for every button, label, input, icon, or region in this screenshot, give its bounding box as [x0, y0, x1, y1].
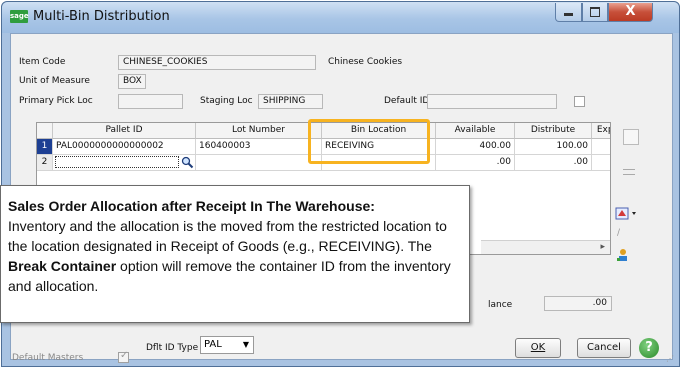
minimize-button[interactable] [555, 3, 582, 22]
distribute-cell[interactable]: .00 [515, 155, 592, 171]
grid-scrollbar[interactable]: ▸ [481, 240, 610, 254]
ok-button[interactable]: OK [515, 338, 561, 358]
maximize-button[interactable] [582, 3, 608, 22]
customize-grid-icon[interactable] [615, 206, 639, 222]
pallet-id-cell[interactable]: PAL0000000000000002 [53, 139, 196, 155]
chevron-down-icon[interactable]: ▼ [243, 337, 249, 353]
uom-label: Unit of Measure [19, 76, 90, 86]
col-header-pallet-id[interactable]: Pallet ID [53, 123, 196, 139]
col-header-distribute[interactable]: Distribute [515, 123, 592, 139]
uom-field: BOX [118, 74, 146, 89]
expiration-cell [592, 155, 610, 171]
pallet-id-cell[interactable] [53, 155, 196, 171]
window-title: Multi-Bin Distribution [33, 9, 170, 24]
col-header-available[interactable]: Available [436, 123, 515, 139]
close-button[interactable]: X [608, 3, 653, 22]
default-id-field[interactable] [427, 94, 557, 109]
resize-grip-icon[interactable]: ⋰ [666, 354, 676, 364]
available-cell: 400.00 [436, 139, 515, 155]
lot-number-cell[interactable] [196, 155, 322, 171]
staging-loc-field: SHIPPING [258, 94, 323, 109]
checkmark-icon: ✓ [120, 350, 129, 361]
help-button[interactable]: ? [639, 338, 659, 358]
primary-pick-label: Primary Pick Loc [19, 96, 93, 106]
col-header-lot-number[interactable]: Lot Number [196, 123, 322, 139]
item-code-field: CHINESE_COOKIES [118, 55, 316, 70]
dflt-id-type-select[interactable]: PAL ▼ [200, 336, 254, 354]
ok-label: OK [530, 342, 546, 353]
staging-loc-label: Staging Loc [200, 96, 253, 106]
primary-pick-field [118, 94, 183, 109]
close-icon: X [625, 4, 636, 19]
edit-pencil-icon[interactable]: ∕ [617, 228, 629, 238]
expiration-cell [592, 139, 610, 155]
callout-heading: Sales Order Allocation after Receipt In … [8, 198, 375, 214]
grid-settings-icon[interactable] [623, 129, 639, 145]
annotation-callout: Sales Order Allocation after Receipt In … [0, 185, 470, 323]
distribute-cell[interactable]: 100.00 [515, 139, 592, 155]
sage-app-icon: sage [10, 10, 29, 23]
inventory-icon[interactable] [616, 247, 630, 261]
lot-number-cell[interactable]: 160400003 [196, 139, 322, 155]
cancel-button[interactable]: Cancel [577, 338, 631, 358]
lookup-icon[interactable] [181, 156, 194, 169]
balance-field: .00 [544, 296, 612, 311]
row-number[interactable]: 2 [37, 155, 53, 171]
bin-location-highlight [308, 119, 430, 164]
default-masters-label: Default Masters [12, 353, 84, 363]
help-icon: ? [645, 340, 653, 355]
default-masters-checkbox[interactable]: ✓ [118, 350, 129, 363]
item-code-label: Item Code [19, 57, 66, 67]
title-bar: sage Multi-Bin Distribution X [2, 2, 679, 33]
default-id-label: Default ID [384, 96, 430, 106]
grid-lines-icon[interactable] [623, 169, 635, 175]
item-description: Chinese Cookies [328, 57, 403, 67]
balance-label: lance [488, 300, 513, 310]
default-id-checkbox[interactable] [574, 96, 585, 107]
row-number[interactable]: 1 [37, 139, 53, 155]
dflt-id-type-label: Dflt ID Type [146, 343, 199, 353]
callout-text-1: Inventory and the allocation is the move… [8, 218, 447, 254]
dflt-id-type-value: PAL [204, 339, 222, 350]
minimize-icon [564, 13, 573, 16]
col-header-expiration[interactable]: Expi [592, 123, 610, 139]
pallet-id-input[interactable] [55, 156, 179, 168]
cancel-label: Cancel [587, 342, 621, 353]
maximize-icon [590, 7, 600, 17]
available-cell: .00 [436, 155, 515, 171]
scroll-right-icon[interactable]: ▸ [600, 242, 605, 252]
grid-corner [37, 123, 53, 139]
callout-bold-text: Break Container [8, 258, 117, 274]
